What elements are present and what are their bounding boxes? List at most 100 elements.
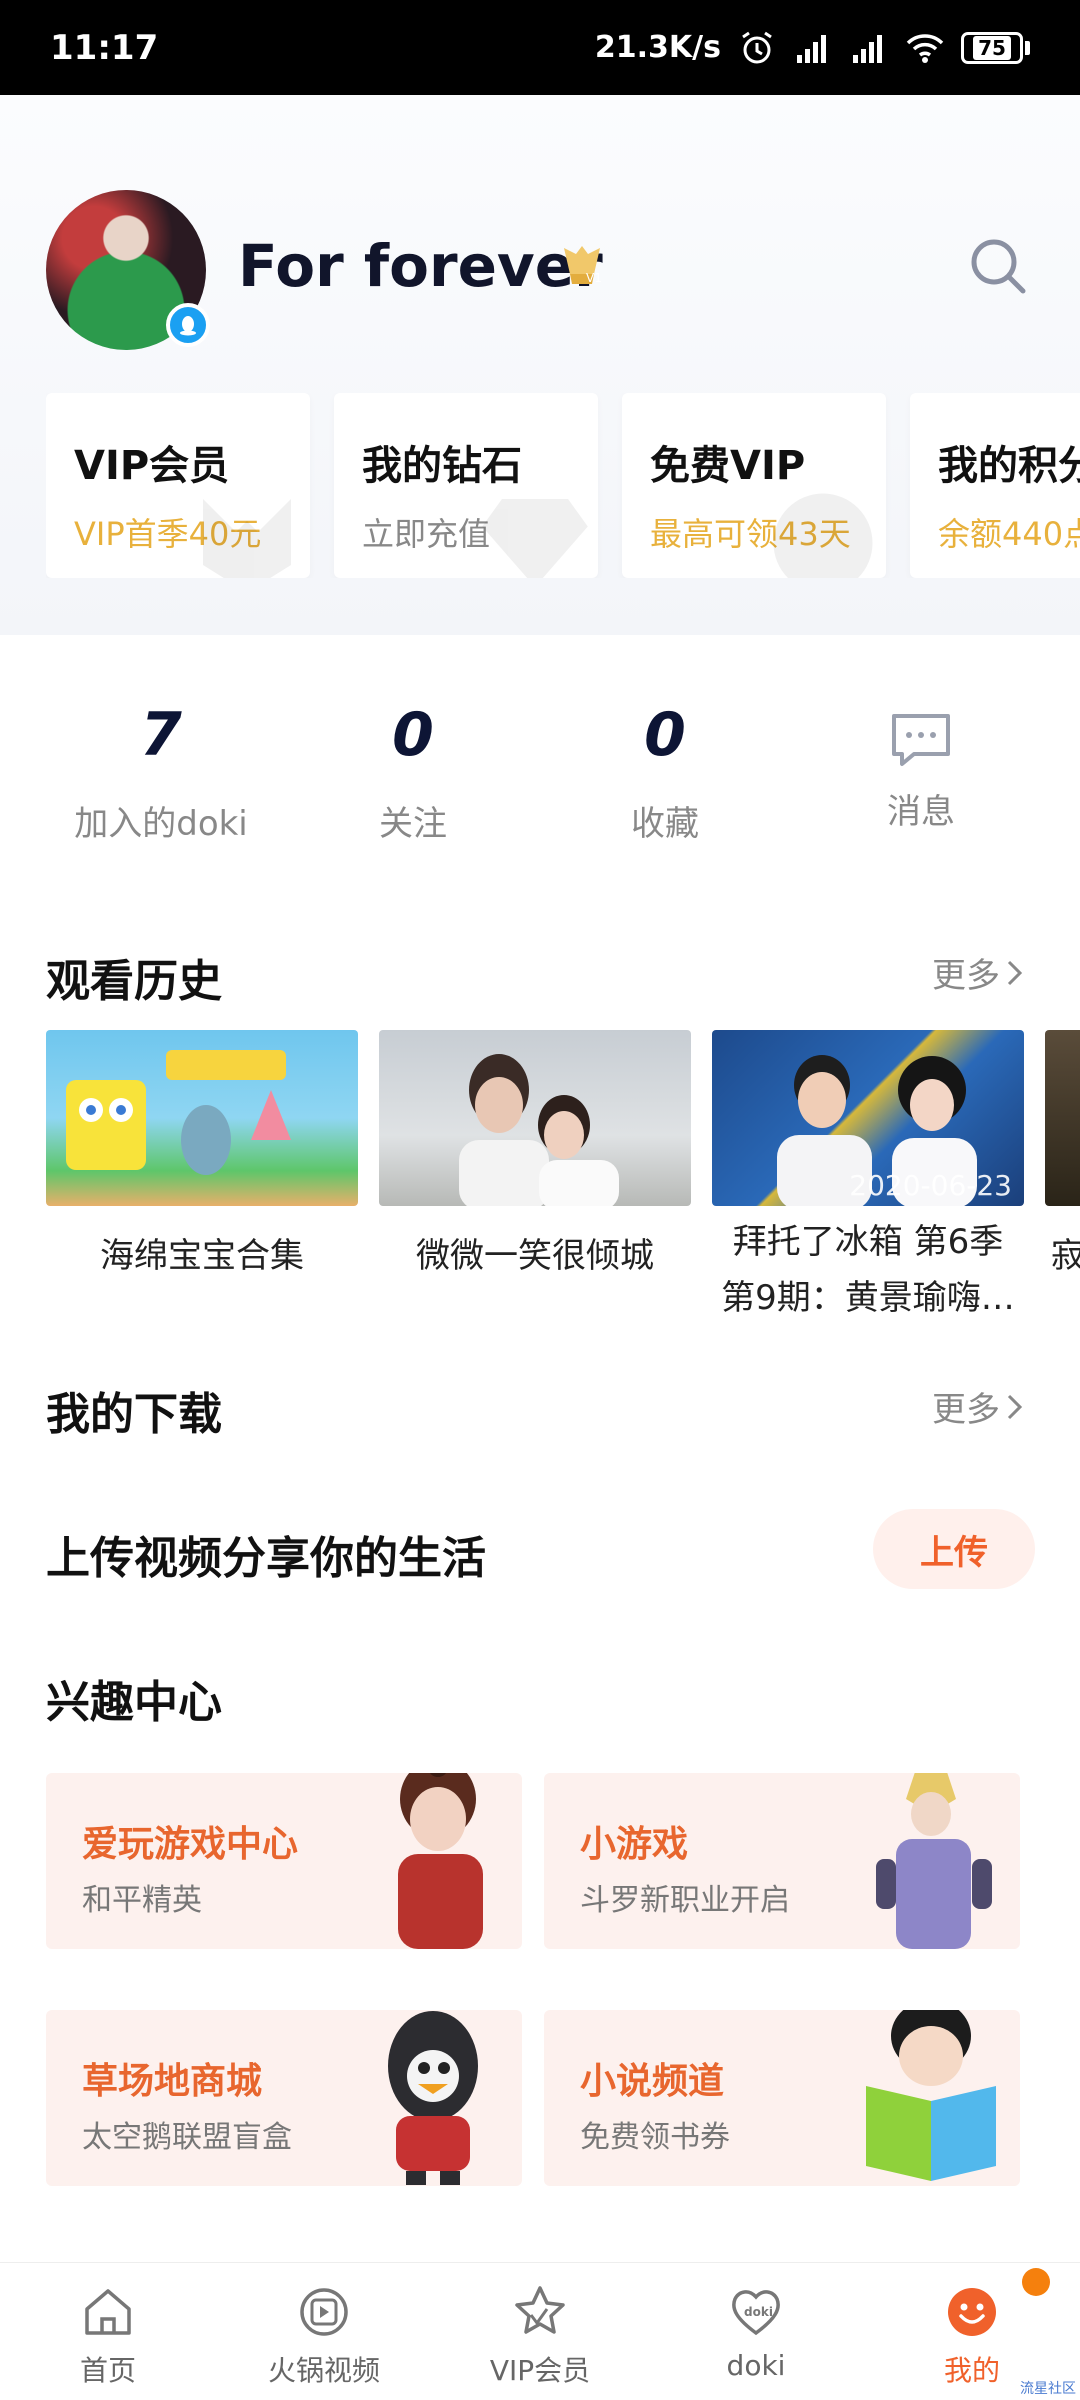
status-bar: 11:17 21.3K/s 75 <box>0 0 1080 95</box>
alarm-icon <box>742 31 772 63</box>
history-caption: 拜托了冰箱 第6季 第9期：黄景瑜嗨… <box>712 1214 1024 1326</box>
watermark: 流星社区 <box>1020 2381 1076 2397</box>
fox-watermark-icon <box>203 499 291 578</box>
vip-watermark-icon <box>773 493 873 578</box>
nav-home[interactable]: 首页 <box>18 2283 198 2389</box>
upload-title: 上传视频分享你的生活 <box>46 1533 486 1584</box>
svg-text:doki: doki <box>744 2305 773 2319</box>
history-thumbnail: 2020-06-23 <box>712 1030 1024 1206</box>
tile-game-center[interactable]: 爱玩游戏中心 和平精英 <box>46 1773 522 1949</box>
history-thumbnail <box>379 1030 691 1206</box>
chevron-right-icon <box>1007 960 1023 985</box>
history-list: 海绵宝宝合集 微微一笑很倾城 2020-06-23 拜托了冰箱 第6季 第9期：… <box>46 1030 1080 1340</box>
history-caption: 寂 <box>1051 1236 1080 1276</box>
nav-vip[interactable]: VIP会员 <box>450 2283 630 2389</box>
card-title: 我的钻石 <box>362 443 522 489</box>
card-title: 免费VIP <box>650 443 806 489</box>
downloads-more-link[interactable]: 更多 <box>932 1382 1024 1431</box>
tile-subtitle: 太空鹅联盟盲盒 <box>82 2120 292 2155</box>
diamond-watermark-icon <box>482 499 588 578</box>
upload-button[interactable]: 上传 <box>873 1509 1035 1589</box>
nav-label: VIP会员 <box>489 2354 591 2387</box>
card-my-points[interactable]: 我的积分 余额440点 <box>910 393 1080 578</box>
network-speed: 21.3K/s <box>594 30 721 65</box>
stat-label: 加入的doki <box>74 804 248 844</box>
nav-label: doki <box>726 2349 786 2382</box>
stat-value: 7 <box>140 700 182 770</box>
history-item[interactable]: 寂 <box>1045 1030 1080 1286</box>
smiley-icon <box>948 2288 996 2336</box>
status-right: 21.3K/s 75 <box>595 30 1030 65</box>
history-item[interactable]: 2020-06-23 拜托了冰箱 第6季 第9期：黄景瑜嗨… <box>712 1030 1024 1326</box>
vip-crown-icon[interactable]: V1 <box>556 240 608 292</box>
message-icon <box>892 714 950 766</box>
signal-hd-icon <box>853 34 882 63</box>
battery-icon: 75 <box>961 31 1030 64</box>
doki-heart-icon: doki <box>732 2290 780 2336</box>
history-title: 观看历史 <box>46 956 222 1007</box>
wifi-icon <box>906 33 944 63</box>
game-girl-art <box>398 1773 483 1949</box>
stats-row: 7 加入的doki 0 关注 0 收藏 消息 <box>0 700 1080 850</box>
card-vip-member[interactable]: VIP会员 VIP首季40元 <box>46 393 310 578</box>
spongebob-art <box>66 1050 291 1175</box>
nav-label: 火锅视频 <box>267 2354 380 2387</box>
history-more-link[interactable]: 更多 <box>932 948 1024 997</box>
tile-mini-games[interactable]: 小游戏 斗罗新职业开启 <box>544 1773 1020 1949</box>
stat-value: 0 <box>392 700 434 770</box>
more-label: 更多 <box>932 956 1000 996</box>
vip-star-icon <box>515 2286 565 2334</box>
stat-label: 收藏 <box>631 804 699 844</box>
nav-label: 首页 <box>79 2354 136 2387</box>
tile-title: 爱玩游戏中心 <box>82 1824 299 1865</box>
card-subtitle: 余额440点 <box>938 515 1080 553</box>
status-time: 11:17 <box>50 27 159 68</box>
history-caption-line1: 拜托了冰箱 第6季 <box>732 1222 1004 1262</box>
card-title: 我的积分 <box>938 443 1080 489</box>
history-thumbnail <box>46 1030 358 1206</box>
tile-novel[interactable]: 小说频道 免费领书券 <box>544 2010 1020 2186</box>
card-free-vip[interactable]: 免费VIP 最高可领43天 <box>622 393 886 578</box>
tile-title: 小说频道 <box>580 2061 725 2102</box>
stat-label: 关注 <box>379 804 447 844</box>
stat-favorites[interactable]: 0 收藏 <box>540 700 790 845</box>
username[interactable]: For forever <box>238 232 603 300</box>
notification-dot <box>1022 2268 1050 2296</box>
svg-text:V1: V1 <box>586 271 602 285</box>
account-cards: VIP会员 VIP首季40元 我的钻石 立即充值 免费VIP 最高可领43天 我… <box>46 393 1080 578</box>
history-date: 2020-06-23 <box>849 1169 1012 1202</box>
warrior-art <box>876 1773 992 1949</box>
battery-level: 75 <box>973 35 1011 60</box>
tile-subtitle: 和平精英 <box>82 1883 202 1918</box>
home-icon <box>85 2289 131 2335</box>
history-thumbnail <box>1045 1030 1080 1206</box>
stat-following[interactable]: 0 关注 <box>288 700 538 845</box>
nav-me[interactable]: 我的 <box>882 2283 1062 2389</box>
tile-subtitle: 斗罗新职业开启 <box>580 1883 790 1918</box>
card-title: VIP会员 <box>74 443 230 489</box>
history-caption: 海绵宝宝合集 <box>100 1236 304 1276</box>
nav-doki[interactable]: doki doki <box>666 2283 846 2382</box>
nav-hotpot-video[interactable]: 火锅视频 <box>234 2283 414 2389</box>
history-caption: 微微一笑很倾城 <box>416 1236 654 1276</box>
tile-subtitle: 免费领书券 <box>580 2120 730 2155</box>
reading-boy-art <box>866 2010 996 2181</box>
tile-mall[interactable]: 草场地商城 太空鹅联盟盲盒 <box>46 2010 522 2186</box>
bottom-nav: 首页 火锅视频 VIP会员 doki doki 我的 <box>0 2262 1080 2400</box>
chevron-right-icon <box>1007 1394 1023 1419</box>
couple-art <box>459 1054 619 1206</box>
stat-label: 消息 <box>887 792 955 832</box>
tile-title: 草场地商城 <box>82 2061 263 2102</box>
stat-joined-doki[interactable]: 7 加入的doki <box>36 700 286 845</box>
card-my-diamond[interactable]: 我的钻石 立即充值 <box>334 393 598 578</box>
more-label: 更多 <box>932 1390 1000 1430</box>
stat-messages[interactable]: 消息 <box>796 700 1046 833</box>
history-item[interactable]: 海绵宝宝合集 <box>46 1030 358 1286</box>
space-goose-art <box>388 2011 478 2185</box>
search-icon[interactable] <box>966 234 1030 298</box>
signal-icon <box>797 34 826 63</box>
downloads-title: 我的下载 <box>46 1389 222 1440</box>
history-item[interactable]: 微微一笑很倾城 <box>379 1030 691 1286</box>
video-icon <box>300 2288 348 2336</box>
history-caption-line2: 第9期：黄景瑜嗨… <box>721 1278 1015 1318</box>
